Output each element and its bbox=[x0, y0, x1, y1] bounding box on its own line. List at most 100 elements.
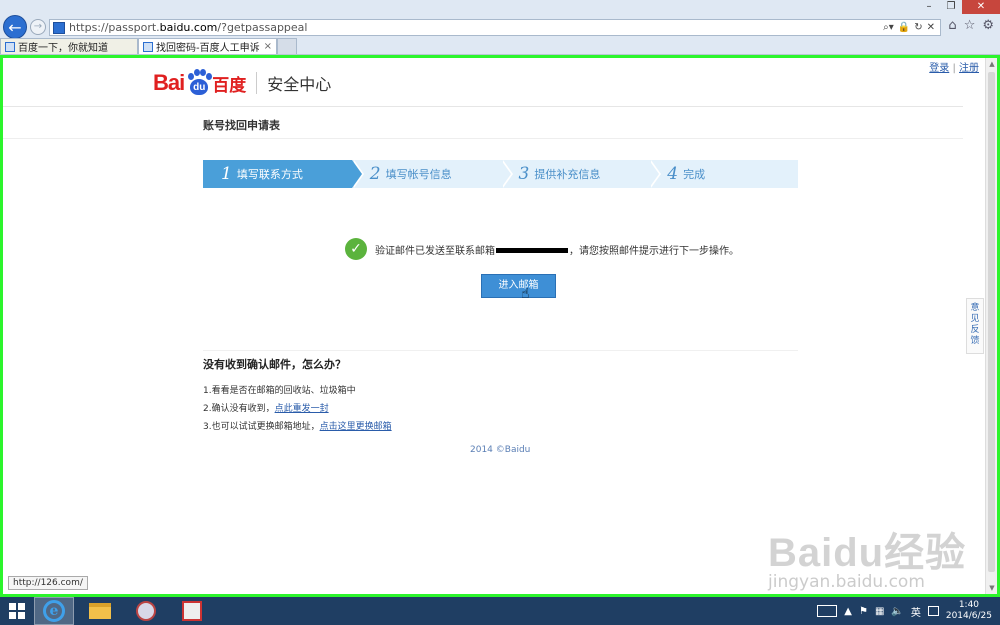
clock-time: 1:40 bbox=[958, 600, 980, 610]
watermark-title: Baidu经验 bbox=[768, 531, 967, 575]
browser-chrome: – ❐ ✕ ← → https://passport.baidu.com/?ge… bbox=[0, 0, 1000, 55]
register-link[interactable]: 注册 bbox=[959, 63, 979, 74]
header-divider bbox=[3, 106, 963, 107]
lock-icon[interactable]: 🔒 bbox=[898, 22, 910, 33]
clock[interactable]: 1:40 2014/6/25 bbox=[946, 600, 992, 622]
favorites-star-icon[interactable]: ☆ bbox=[964, 18, 976, 33]
step-label: 填写帐号信息 bbox=[385, 168, 452, 181]
tab-baidu-home[interactable]: 百度一下，你就知道 bbox=[0, 38, 138, 54]
home-icon[interactable]: ⌂ bbox=[948, 18, 956, 33]
app-icon bbox=[182, 601, 202, 621]
address-url[interactable]: https://passport.baidu.com/?getpassappea… bbox=[69, 21, 883, 34]
logo-text-bai: Bai bbox=[153, 70, 185, 95]
volume-icon[interactable]: 🔈 bbox=[891, 606, 903, 617]
taskbar-app-4[interactable] bbox=[172, 597, 212, 625]
step-contact: 1 填写联系方式 bbox=[203, 160, 364, 188]
step-account: 2 填写帐号信息 bbox=[351, 160, 513, 188]
scroll-up-icon[interactable]: ▲ bbox=[986, 58, 997, 70]
success-message: ✓ 验证邮件已发送至联系邮箱 ，请您按照邮件提示进行下一步操作。 bbox=[345, 238, 739, 260]
section-title: 安全中心 bbox=[267, 75, 332, 94]
step-complete: 4 完成 bbox=[649, 160, 798, 188]
refresh-icon[interactable]: ↻ bbox=[914, 22, 922, 33]
step-number: 3 bbox=[518, 164, 530, 184]
login-link[interactable]: 登录 bbox=[929, 63, 949, 74]
copyright: 2014 ©Baidu bbox=[470, 445, 531, 455]
restore-icon[interactable]: ❐ bbox=[940, 0, 962, 14]
message-suffix: ，请您按照邮件提示进行下一步操作。 bbox=[569, 245, 739, 257]
status-url: http://126.com/ bbox=[8, 576, 88, 590]
gear-icon[interactable]: ⚙ bbox=[982, 18, 994, 33]
forward-button[interactable]: → bbox=[30, 19, 46, 35]
watermark: Baidu经验 jingyan.baidu.com bbox=[768, 520, 966, 592]
url-prefix: https://passport. bbox=[69, 21, 160, 34]
start-button[interactable] bbox=[0, 597, 34, 625]
step-supplement: 3 提供补充信息 bbox=[500, 160, 661, 188]
form-divider bbox=[3, 138, 963, 139]
app-icon bbox=[136, 601, 156, 621]
resend-email-link[interactable]: 点此重发一封 bbox=[275, 404, 329, 414]
step-number: 2 bbox=[369, 164, 381, 184]
tab-favicon-icon bbox=[5, 41, 15, 52]
feedback-button[interactable]: 意见反馈 bbox=[966, 298, 984, 354]
taskbar-explorer[interactable] bbox=[80, 597, 120, 625]
logo-divider bbox=[256, 72, 258, 94]
site-favicon-icon bbox=[53, 21, 65, 34]
faq-divider bbox=[203, 350, 798, 351]
ime-indicator[interactable]: 英 bbox=[911, 604, 921, 619]
address-tools: ⌕▾ 🔒 ↻ ✕ bbox=[883, 22, 940, 33]
success-text: 验证邮件已发送至联系邮箱 ，请您按照邮件提示进行下一步操作。 bbox=[375, 242, 739, 257]
vertical-scrollbar[interactable]: ▲ ▼ bbox=[985, 58, 997, 594]
ie-icon: e bbox=[43, 600, 65, 622]
search-icon[interactable]: ⌕▾ bbox=[883, 22, 894, 33]
step-label: 提供补充信息 bbox=[534, 168, 601, 181]
tab-password-recovery[interactable]: 找回密码-百度人工申诉 × bbox=[138, 38, 277, 54]
system-tray: ▲ ⚑ ▦ 🔈 英 1:40 2014/6/25 bbox=[817, 600, 1000, 622]
faq-text: 2.确认没有收到， bbox=[203, 404, 275, 414]
logo-text-cn: 百度 bbox=[212, 75, 247, 96]
message-prefix: 验证邮件已发送至联系邮箱 bbox=[375, 245, 495, 257]
checkmark-icon: ✓ bbox=[345, 238, 367, 260]
taskbar-app-3[interactable] bbox=[126, 597, 166, 625]
new-tab-button[interactable] bbox=[277, 38, 297, 54]
minimize-icon[interactable]: – bbox=[918, 0, 940, 14]
tab-close-icon[interactable]: × bbox=[264, 41, 272, 52]
top-links: 登录 | 注册 bbox=[929, 59, 979, 74]
tray-expand-icon[interactable]: ▲ bbox=[844, 606, 852, 617]
enter-mailbox-button[interactable]: 进入邮箱 bbox=[481, 274, 556, 298]
redacted-email bbox=[496, 248, 568, 253]
taskbar-ie[interactable]: e bbox=[34, 597, 74, 625]
flag-icon[interactable]: ⚑ bbox=[859, 606, 868, 617]
paw-icon: du bbox=[185, 69, 213, 97]
faq-item: 2.确认没有收到，点此重发一封 bbox=[203, 400, 392, 418]
back-button[interactable]: ← bbox=[3, 15, 27, 39]
faq-title: 没有收到确认邮件，怎么办？ bbox=[203, 358, 346, 371]
folder-icon bbox=[89, 603, 111, 619]
step-label: 完成 bbox=[683, 168, 706, 181]
tab-title: 找回密码-百度人工申诉 bbox=[156, 43, 260, 54]
progress-steps: 1 填写联系方式 2 填写帐号信息 3 提供补充信息 4 完成 bbox=[203, 160, 798, 188]
faq-text: 1.看看是否在邮箱的回收站、垃圾箱中 bbox=[203, 386, 356, 396]
close-icon[interactable]: ✕ bbox=[927, 22, 935, 33]
network-icon[interactable]: ▦ bbox=[875, 606, 884, 617]
faq-item: 3.也可以试试更换邮箱地址，点击这里更换邮箱 bbox=[203, 418, 392, 436]
address-bar[interactable]: https://passport.baidu.com/?getpassappea… bbox=[49, 19, 941, 36]
step-number: 1 bbox=[221, 164, 232, 184]
page-viewport: 登录 | 注册 Bai du 百度 安全中心 账号找回申请表 1 填写联系方式 … bbox=[0, 55, 1000, 597]
keyboard-icon[interactable] bbox=[817, 605, 838, 617]
ime-pad-icon[interactable] bbox=[927, 606, 939, 616]
change-email-link[interactable]: 点击这里更换邮箱 bbox=[320, 422, 392, 432]
baidu-logo[interactable]: Bai du 百度 安全中心 bbox=[153, 68, 331, 98]
faq-item: 1.看看是否在邮箱的回收站、垃圾箱中 bbox=[203, 382, 392, 400]
url-domain: baidu.com bbox=[159, 21, 218, 34]
scroll-down-icon[interactable]: ▼ bbox=[986, 582, 997, 594]
window-controls: – ❐ ✕ bbox=[918, 0, 1000, 14]
close-window-icon[interactable]: ✕ bbox=[962, 0, 1000, 14]
url-path: /?getpassappeal bbox=[217, 21, 308, 34]
taskbar: e ▲ ⚑ ▦ 🔈 英 1:40 2014/6/25 bbox=[0, 597, 1000, 625]
clock-date: 2014/6/25 bbox=[945, 611, 992, 621]
faq-list: 1.看看是否在邮箱的回收站、垃圾箱中 2.确认没有收到，点此重发一封 3.也可以… bbox=[203, 382, 392, 436]
tab-bar: 百度一下，你就知道 找回密码-百度人工申诉 × bbox=[0, 38, 297, 54]
step-label: 填写联系方式 bbox=[236, 168, 303, 181]
form-title: 账号找回申请表 bbox=[203, 119, 280, 132]
scroll-thumb[interactable] bbox=[988, 72, 995, 572]
